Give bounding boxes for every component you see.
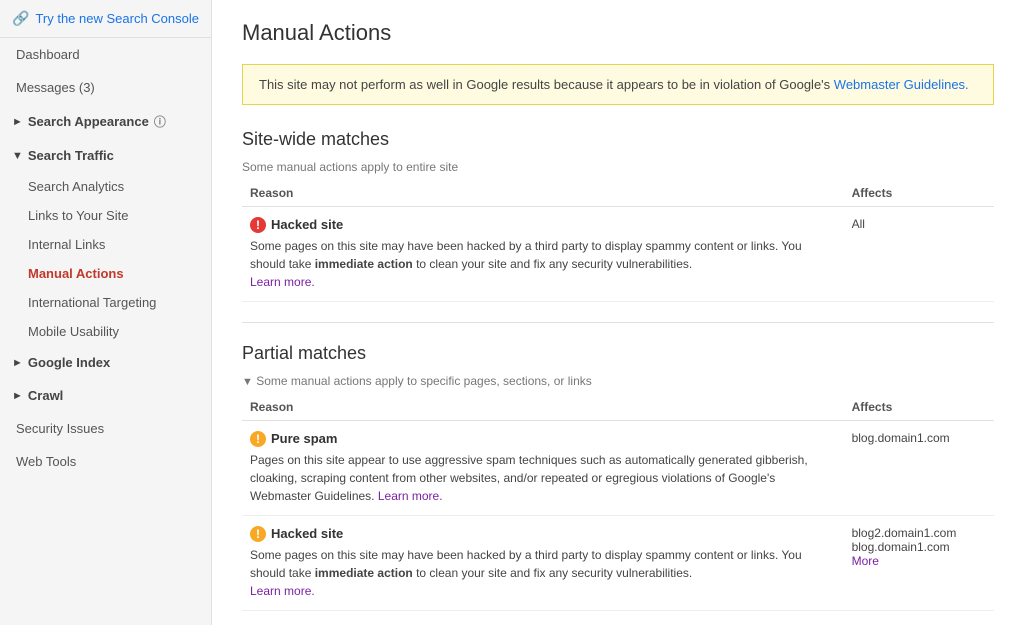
red-icon: ! bbox=[250, 217, 266, 233]
sidebar-item-security-issues[interactable]: Security Issues bbox=[0, 412, 211, 445]
issue-label-hacked-partial: Hacked site bbox=[271, 526, 343, 541]
sidebar-section-search-traffic[interactable]: ▼ Search Traffic bbox=[0, 139, 211, 172]
arrow-right-icon2: ► bbox=[12, 390, 23, 402]
info-icon: ⓘ bbox=[154, 113, 166, 130]
col-reason-header: Reason bbox=[242, 182, 844, 207]
col-reason-header-partial: Reason bbox=[242, 396, 844, 421]
sidebar-section-crawl[interactable]: ► Crawl bbox=[0, 379, 211, 412]
col-affects-header-partial: Affects bbox=[844, 396, 994, 421]
sidebar-item-mobile-usability[interactable]: Mobile Usability bbox=[0, 317, 211, 346]
affects-cell: All bbox=[844, 207, 994, 302]
collapse-arrow-icon: ▼ bbox=[242, 376, 253, 388]
issue-reason-cell-pure-spam: ! Pure spam Pages on this site appear to… bbox=[242, 421, 844, 516]
partial-table: Reason Affects ! Pure spam Pages on this… bbox=[242, 396, 994, 611]
more-link[interactable]: More bbox=[852, 554, 986, 568]
learn-more-link-pure-spam[interactable]: Learn more. bbox=[378, 489, 443, 503]
sidebar-section-google-index[interactable]: ► Google Index bbox=[0, 346, 211, 379]
warning-box: This site may not perform as well in Goo… bbox=[242, 64, 994, 105]
main-content: Manual Actions This site may not perform… bbox=[212, 0, 1024, 625]
site-wide-subtitle: Some manual actions apply to entire site bbox=[242, 160, 994, 174]
partial-subtitle: ▼ Some manual actions apply to specific … bbox=[242, 374, 994, 388]
webmaster-guidelines-link[interactable]: Webmaster Guidelines. bbox=[834, 77, 969, 92]
section-divider bbox=[242, 322, 994, 323]
sidebar-item-internal-links[interactable]: Internal Links bbox=[0, 230, 211, 259]
sidebar-section-search-appearance[interactable]: ► Search Appearance ⓘ bbox=[0, 104, 211, 139]
warning-text: This site may not perform as well in Goo… bbox=[259, 77, 834, 92]
issue-reason-cell: ! Hacked site Some pages on this site ma… bbox=[242, 207, 844, 302]
table-row: ! Pure spam Pages on this site appear to… bbox=[242, 421, 994, 516]
col-affects-header: Affects bbox=[844, 182, 994, 207]
site-wide-table: Reason Affects ! Hacked site Some pages … bbox=[242, 182, 994, 302]
affects-cell-hacked-partial: blog2.domain1.com blog.domain1.com More bbox=[844, 516, 994, 611]
issue-desc-hacked-partial: Some pages on this site may have been ha… bbox=[250, 546, 836, 600]
issue-label: Hacked site bbox=[271, 217, 343, 232]
sidebar-item-messages[interactable]: Messages (3) bbox=[0, 71, 211, 104]
partial-section-title: Partial matches bbox=[242, 343, 994, 364]
issue-desc: Some pages on this site may have been ha… bbox=[250, 237, 836, 291]
arrow-icon: ► bbox=[12, 116, 23, 128]
external-link-icon: 🔗 bbox=[12, 10, 29, 27]
sidebar-item-international-targeting[interactable]: International Targeting bbox=[0, 288, 211, 317]
yellow-icon-2: ! bbox=[250, 526, 266, 542]
sidebar: 🔗 Try the new Search Console Dashboard M… bbox=[0, 0, 212, 625]
sidebar-item-search-analytics[interactable]: Search Analytics bbox=[0, 172, 211, 201]
affects-cell-pure-spam: blog.domain1.com bbox=[844, 421, 994, 516]
issue-desc-pure-spam: Pages on this site appear to use aggress… bbox=[250, 451, 836, 505]
sidebar-item-manual-actions[interactable]: Manual Actions bbox=[0, 259, 211, 288]
site-wide-section-title: Site-wide matches bbox=[242, 129, 994, 150]
arrow-right-icon: ► bbox=[12, 357, 23, 369]
sidebar-try-new[interactable]: 🔗 Try the new Search Console bbox=[0, 0, 211, 38]
learn-more-link-hacked-partial[interactable]: Learn more. bbox=[250, 584, 315, 598]
sidebar-item-web-tools[interactable]: Web Tools bbox=[0, 445, 211, 478]
partial-section: Partial matches ▼ Some manual actions ap… bbox=[242, 343, 994, 611]
table-row: ! Hacked site Some pages on this site ma… bbox=[242, 516, 994, 611]
page-title: Manual Actions bbox=[242, 20, 994, 46]
sidebar-item-dashboard[interactable]: Dashboard bbox=[0, 38, 211, 71]
sidebar-item-links-to-your-site[interactable]: Links to Your Site bbox=[0, 201, 211, 230]
issue-reason-cell-hacked-partial: ! Hacked site Some pages on this site ma… bbox=[242, 516, 844, 611]
learn-more-link-1[interactable]: Learn more. bbox=[250, 275, 315, 289]
issue-label-pure-spam: Pure spam bbox=[271, 431, 337, 446]
arrow-down-icon: ▼ bbox=[12, 150, 23, 162]
yellow-icon-1: ! bbox=[250, 431, 266, 447]
table-row: ! Hacked site Some pages on this site ma… bbox=[242, 207, 994, 302]
